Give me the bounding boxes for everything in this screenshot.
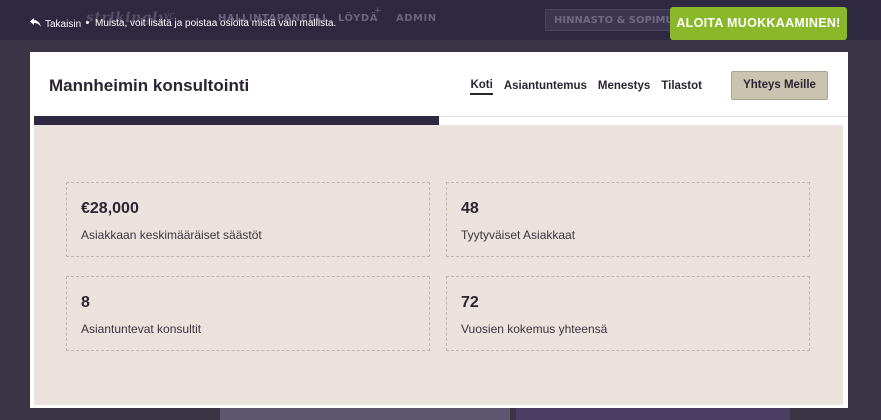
preview-edge bbox=[843, 125, 848, 405]
nav-item-asiantuntemus[interactable]: Asiantuntemus bbox=[504, 80, 587, 94]
tip-message: Muista, voit lisätä ja poistaa osioita m… bbox=[86, 18, 336, 29]
nav-item-tilastot[interactable]: Tilastot bbox=[661, 80, 702, 94]
site-nav: Koti Asiantuntemus Menestys Tilastot bbox=[470, 79, 713, 95]
bullet-icon bbox=[86, 20, 89, 24]
site-header: Mannheimin konsultointi Koti Asiantuntem… bbox=[30, 52, 848, 116]
background-page-block bbox=[220, 408, 510, 420]
nav-item-menestys[interactable]: Menestys bbox=[598, 80, 650, 94]
stat-card[interactable]: 8 Asiantuntevat konsultit bbox=[66, 276, 430, 351]
site-title[interactable]: Mannheimin konsultointi bbox=[49, 76, 249, 96]
stat-value: 72 bbox=[461, 294, 479, 311]
stat-value: 8 bbox=[81, 294, 90, 311]
nav-item-koti[interactable]: Koti bbox=[470, 79, 493, 95]
back-link[interactable]: Takaisin bbox=[30, 18, 81, 30]
template-preview: Mannheimin konsultointi Koti Asiantuntem… bbox=[30, 52, 848, 408]
back-label: Takaisin bbox=[45, 18, 82, 30]
editor-top-bar: strikingly VC HALLINTAPANEELI LÖYDÄ + AD… bbox=[0, 0, 881, 40]
stats-section: €28,000 Asiakkaan keskimääräiset säästöt… bbox=[34, 125, 843, 405]
stat-label: Vuosien kokemus yhteensä bbox=[461, 322, 608, 336]
stat-card[interactable]: 48 Tyytyväiset Asiakkaat bbox=[446, 182, 810, 257]
tip-text: Muista, voit lisätä ja poistaa osioita m… bbox=[95, 18, 337, 29]
pricing-button[interactable]: HINNASTO & SOPIMUK bbox=[545, 9, 675, 31]
plus-icon: + bbox=[374, 6, 382, 16]
stat-value: €28,000 bbox=[81, 200, 139, 217]
stat-card[interactable]: €28,000 Asiakkaan keskimääräiset säästöt bbox=[66, 182, 430, 257]
stat-label: Tyytyväiset Asiakkaat bbox=[461, 228, 576, 242]
stat-label: Asiantuntevat konsultit bbox=[81, 322, 202, 336]
back-arrow-icon bbox=[30, 18, 41, 30]
stat-value: 48 bbox=[461, 200, 479, 217]
stat-label: Asiakkaan keskimääräiset säästöt bbox=[81, 228, 262, 242]
nav-discover[interactable]: LÖYDÄ bbox=[338, 13, 378, 24]
hero-image-strip bbox=[34, 116, 439, 125]
divider bbox=[438, 116, 848, 117]
background-page-block bbox=[516, 408, 790, 420]
contact-button[interactable]: Yhteys Meille bbox=[731, 71, 828, 100]
start-editing-button[interactable]: ALOITA MUOKKAAMINEN! bbox=[670, 7, 847, 40]
stat-card[interactable]: 72 Vuosien kokemus yhteensä bbox=[446, 276, 810, 351]
nav-admin[interactable]: ADMIN bbox=[396, 13, 437, 24]
